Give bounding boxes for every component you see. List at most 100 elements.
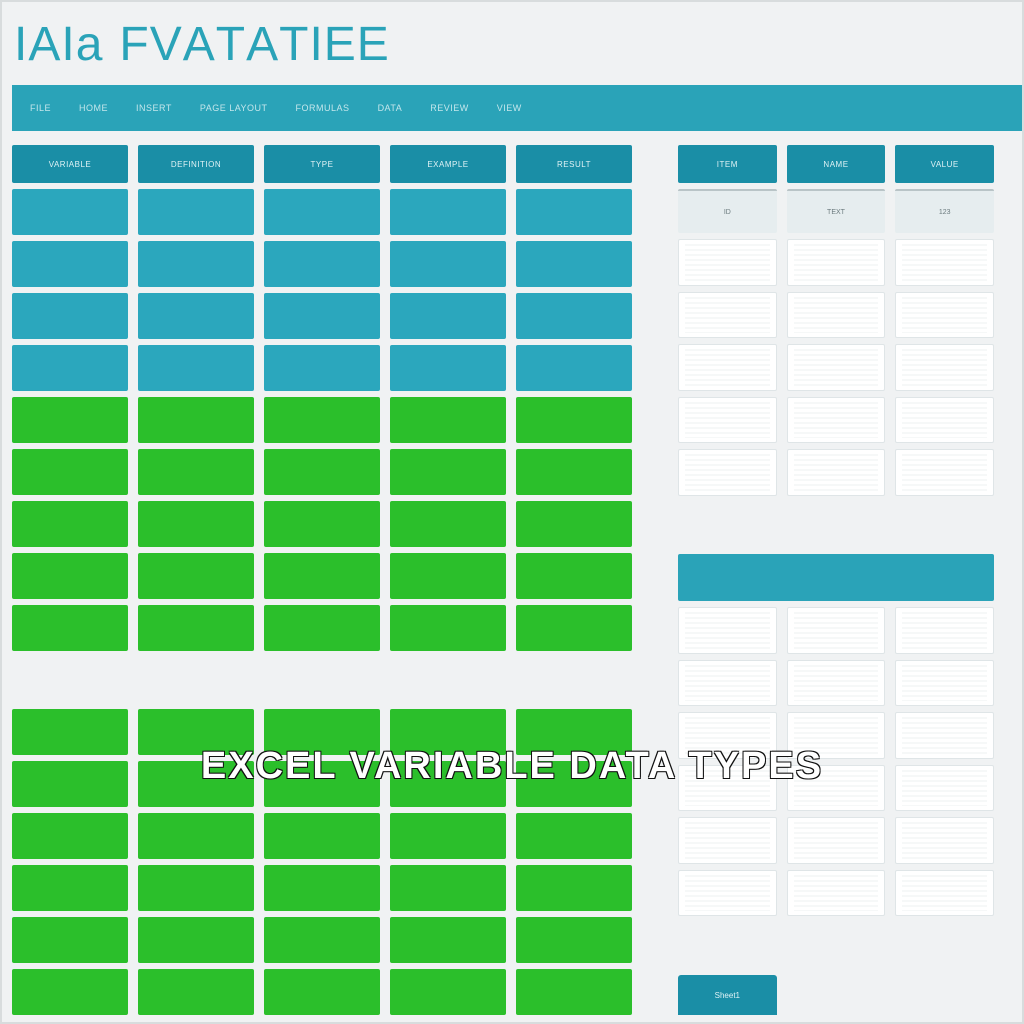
list-cell[interactable]	[678, 292, 777, 339]
grid-cell[interactable]	[390, 293, 506, 339]
grid-cell[interactable]	[12, 813, 128, 859]
list-cell[interactable]	[787, 607, 886, 654]
list-cell[interactable]	[895, 344, 994, 391]
grid-cell[interactable]	[390, 189, 506, 235]
grid-cell[interactable]	[516, 969, 632, 1015]
grid-cell[interactable]	[12, 241, 128, 287]
grid-cell[interactable]	[264, 553, 380, 599]
grid-cell[interactable]	[264, 397, 380, 443]
grid-cell[interactable]	[264, 293, 380, 339]
ribbon-tab[interactable]: DATA	[378, 103, 403, 113]
ribbon-tab[interactable]: INSERT	[136, 103, 172, 113]
grid-cell[interactable]	[12, 969, 128, 1015]
list-cell[interactable]	[678, 449, 777, 496]
grid-cell[interactable]	[264, 501, 380, 547]
list-cell[interactable]	[787, 397, 886, 444]
grid-cell[interactable]	[138, 397, 254, 443]
ribbon-tab[interactable]: PAGE LAYOUT	[200, 103, 268, 113]
col-header[interactable]: VARIABLE	[12, 145, 128, 183]
grid-cell[interactable]	[390, 865, 506, 911]
list-cell[interactable]	[895, 607, 994, 654]
grid-cell[interactable]	[264, 241, 380, 287]
grid-cell[interactable]	[264, 865, 380, 911]
list-cell[interactable]	[678, 660, 777, 707]
col-header[interactable]: TYPE	[264, 145, 380, 183]
grid-cell[interactable]	[138, 449, 254, 495]
list-cell[interactable]	[895, 660, 994, 707]
grid-cell[interactable]	[390, 397, 506, 443]
grid-cell[interactable]	[12, 865, 128, 911]
list-cell[interactable]	[678, 817, 777, 864]
grid-cell[interactable]	[264, 813, 380, 859]
grid-cell[interactable]	[264, 345, 380, 391]
grid-cell[interactable]	[264, 969, 380, 1015]
list-cell[interactable]	[678, 870, 777, 917]
grid-cell[interactable]	[390, 553, 506, 599]
grid-cell[interactable]	[138, 917, 254, 963]
sheet-tab[interactable]: Sheet1	[678, 975, 777, 1015]
list-cell[interactable]	[787, 817, 886, 864]
grid-cell[interactable]	[516, 293, 632, 339]
grid-cell[interactable]	[264, 605, 380, 651]
list-cell[interactable]	[895, 449, 994, 496]
col-header[interactable]: NAME	[787, 145, 886, 183]
col-header[interactable]: DEFINITION	[138, 145, 254, 183]
grid-cell[interactable]	[264, 189, 380, 235]
grid-cell[interactable]	[516, 189, 632, 235]
grid-cell[interactable]	[138, 813, 254, 859]
grid-cell[interactable]	[390, 501, 506, 547]
grid-cell[interactable]	[138, 553, 254, 599]
grid-cell[interactable]	[516, 605, 632, 651]
list-cell[interactable]	[895, 870, 994, 917]
grid-cell[interactable]	[138, 241, 254, 287]
ribbon-tab[interactable]: FORMULAS	[296, 103, 350, 113]
grid-cell[interactable]	[516, 813, 632, 859]
grid-cell[interactable]	[138, 189, 254, 235]
grid-cell[interactable]	[12, 605, 128, 651]
col-header[interactable]: RESULT	[516, 145, 632, 183]
list-cell[interactable]	[787, 239, 886, 286]
list-cell[interactable]	[787, 344, 886, 391]
list-cell[interactable]	[787, 449, 886, 496]
grid-cell[interactable]	[138, 865, 254, 911]
list-cell[interactable]	[787, 292, 886, 339]
ribbon-tab[interactable]: REVIEW	[430, 103, 469, 113]
grid-cell[interactable]	[516, 241, 632, 287]
grid-cell[interactable]	[390, 345, 506, 391]
list-cell[interactable]	[678, 344, 777, 391]
grid-cell[interactable]	[516, 449, 632, 495]
grid-cell[interactable]	[390, 241, 506, 287]
list-cell[interactable]	[678, 397, 777, 444]
grid-cell[interactable]	[138, 293, 254, 339]
col-header[interactable]: EXAMPLE	[390, 145, 506, 183]
grid-cell[interactable]	[264, 917, 380, 963]
grid-cell[interactable]	[138, 345, 254, 391]
grid-cell[interactable]	[516, 865, 632, 911]
grid-cell[interactable]	[12, 397, 128, 443]
grid-cell[interactable]	[390, 813, 506, 859]
grid-cell[interactable]	[390, 969, 506, 1015]
grid-cell[interactable]	[264, 449, 380, 495]
grid-cell[interactable]	[516, 553, 632, 599]
list-cell[interactable]	[895, 239, 994, 286]
list-cell[interactable]	[678, 607, 777, 654]
grid-cell[interactable]	[12, 189, 128, 235]
grid-cell[interactable]	[138, 605, 254, 651]
grid-cell[interactable]	[12, 345, 128, 391]
grid-cell[interactable]	[516, 345, 632, 391]
grid-cell[interactable]	[390, 917, 506, 963]
list-cell[interactable]	[895, 292, 994, 339]
grid-cell[interactable]	[12, 917, 128, 963]
grid-cell[interactable]	[516, 397, 632, 443]
grid-cell[interactable]	[516, 501, 632, 547]
ribbon-tab[interactable]: VIEW	[497, 103, 522, 113]
grid-cell[interactable]	[138, 501, 254, 547]
ribbon-tab[interactable]: FILE	[30, 103, 51, 113]
list-cell[interactable]	[787, 870, 886, 917]
grid-cell[interactable]	[516, 917, 632, 963]
grid-cell[interactable]	[12, 553, 128, 599]
col-header[interactable]: ITEM	[678, 145, 777, 183]
list-cell[interactable]	[895, 397, 994, 444]
list-cell[interactable]	[895, 817, 994, 864]
ribbon-tab[interactable]: HOME	[79, 103, 108, 113]
